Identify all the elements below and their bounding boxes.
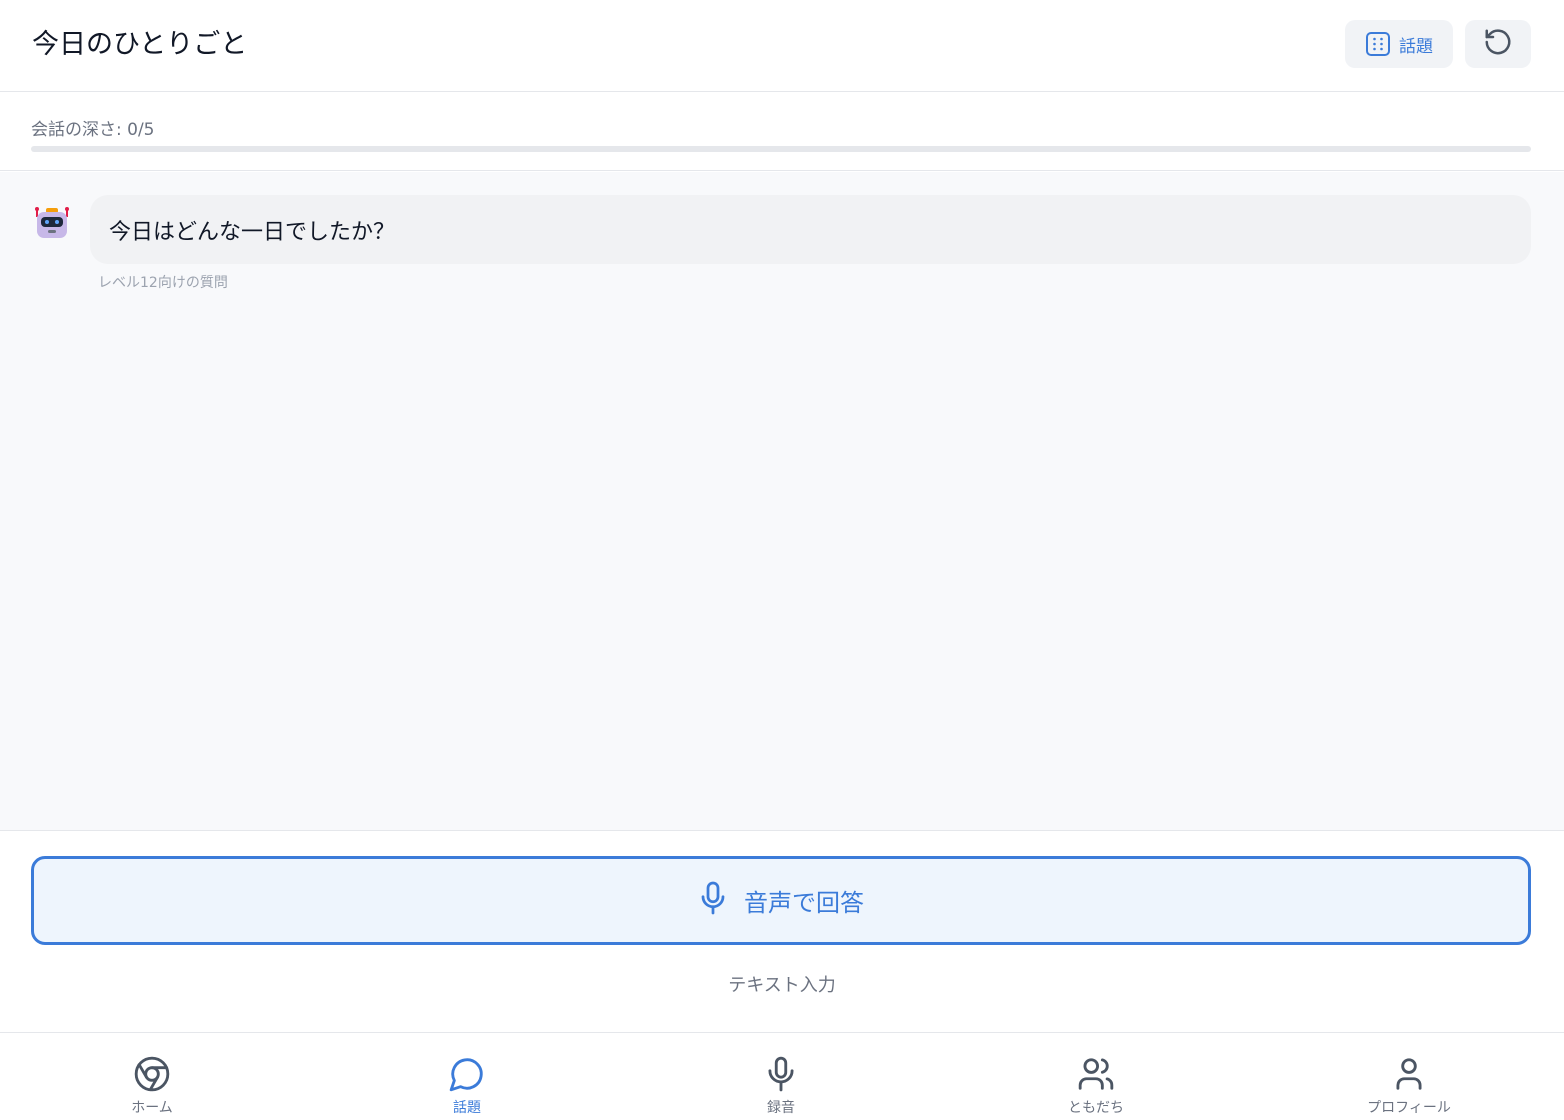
nav-item-topics[interactable]: 話題 — [387, 1033, 547, 1120]
message-meta: レベル12向けの質問 — [98, 275, 228, 291]
chat-area: 今日はどんな一日でしたか？ レベル12向けの質問 — [0, 172, 1564, 830]
message-text: 今日はどんな一日でしたか？ — [109, 219, 396, 245]
topic-button-label: 話題 — [1399, 36, 1433, 57]
nav-label: 録音 — [767, 1100, 795, 1116]
page-title: 今日のひとりごと — [32, 29, 248, 60]
nav-item-friends[interactable]: ともだち — [1016, 1033, 1176, 1120]
reset-button[interactable] — [1465, 20, 1531, 68]
nav-label: プロフィール — [1367, 1100, 1451, 1116]
app-root: 今日のひとりごと 話題 会話の深さ: 0/5 今日はどんな一日でしたか？ レベル… — [0, 0, 1564, 1120]
depth-progress-bar — [31, 146, 1531, 152]
nav-item-record[interactable]: 録音 — [701, 1033, 861, 1120]
text-input-button[interactable]: テキスト入力 — [0, 971, 1564, 997]
topic-button[interactable]: 話題 — [1345, 20, 1453, 68]
nav-label: ホーム — [131, 1100, 173, 1116]
header-bar: 今日のひとりごと 話題 — [0, 0, 1564, 92]
voice-answer-label: 音声で回答 — [744, 889, 864, 917]
answer-input-area: 音声で回答 テキスト入力 — [0, 830, 1564, 1032]
grid-dots-icon — [1365, 31, 1391, 57]
assistant-message-bubble: 今日はどんな一日でしたか？ — [90, 195, 1531, 264]
rotate-ccw-icon — [1483, 27, 1513, 61]
bottom-nav: ホーム 話題 録音 ともだち プロフィール — [0, 1032, 1564, 1120]
depth-label: 会話の深さ: 0/5 — [31, 120, 155, 140]
nav-item-profile[interactable]: プロフィール — [1329, 1033, 1489, 1120]
nav-item-home[interactable]: ホーム — [72, 1033, 232, 1120]
nav-label: 話題 — [453, 1100, 481, 1116]
microphone-icon — [698, 880, 728, 922]
nav-label: ともだち — [1068, 1100, 1124, 1116]
robot-icon — [32, 204, 72, 244]
conversation-depth: 会話の深さ: 0/5 — [0, 93, 1564, 171]
voice-answer-button[interactable]: 音声で回答 — [31, 856, 1531, 945]
